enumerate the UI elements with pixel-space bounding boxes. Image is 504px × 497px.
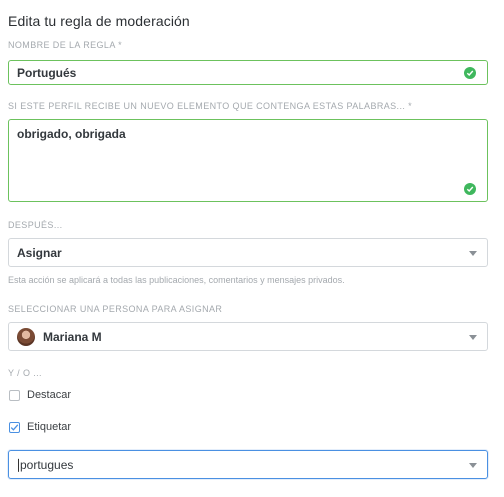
checkmark-icon — [10, 424, 19, 431]
chevron-down-icon — [469, 462, 477, 468]
keywords-value: obrigado, obrigada — [17, 127, 126, 141]
highlight-checkbox[interactable] — [9, 390, 20, 401]
action-select[interactable]: Asignar — [8, 238, 488, 267]
assign-label: SELECCIONAR UNA PERSONA PARA ASIGNAR — [8, 304, 223, 314]
action-value: Asignar — [17, 245, 62, 260]
rule-name-value: Portugués — [17, 65, 77, 80]
keywords-textarea[interactable]: obrigado, obrigada — [8, 119, 488, 202]
highlight-label: Destacar — [27, 389, 72, 401]
tag-label: Etiquetar — [27, 421, 72, 433]
assignee-select[interactable]: Mariana M — [8, 322, 488, 351]
valid-check-icon — [464, 183, 476, 195]
assignee-value: Mariana M — [43, 329, 102, 344]
and-or-label: Y / O ... — [8, 368, 42, 378]
keywords-label: SI ESTE PERFIL RECIBE UN NUEVO ELEMENTO … — [8, 101, 413, 111]
valid-check-icon — [464, 67, 476, 79]
chevron-down-icon — [469, 334, 477, 340]
action-help-text: Esta acción se aplicará a todas las publ… — [8, 275, 345, 285]
text-cursor — [18, 458, 19, 472]
rule-name-input[interactable]: Portugués — [8, 60, 488, 85]
after-label: DESPUÉS... — [8, 220, 63, 230]
tag-input-content: portugues — [18, 457, 74, 472]
tag-checkbox[interactable] — [9, 422, 20, 433]
chevron-down-icon — [469, 250, 477, 256]
tag-value: portugues — [20, 457, 74, 472]
avatar — [17, 327, 35, 346]
tag-input[interactable]: portugues — [8, 450, 488, 479]
page-title: Edita tu regla de moderación — [8, 13, 190, 29]
rule-name-label: NOMBRE DE LA REGLA * — [8, 40, 123, 50]
